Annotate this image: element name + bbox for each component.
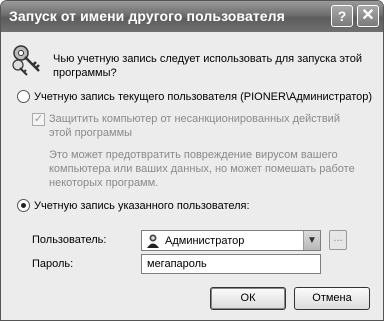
title-bar[interactable]: Запуск от имени другого пользователя ? ✕	[1, 1, 383, 32]
window-title: Запуск от имени другого пользователя	[9, 8, 285, 24]
close-button[interactable]: ✕	[357, 5, 379, 27]
cancel-button[interactable]: Отмена	[294, 287, 370, 310]
password-field[interactable]	[141, 254, 321, 274]
keys-icon	[12, 45, 40, 76]
warning-text: Это может предотвратить повреждение виру…	[49, 149, 355, 189]
ok-button[interactable]: ОК	[210, 287, 286, 310]
question-text: Чью учетную запись следует использовать …	[53, 53, 362, 79]
password-label: Пароль:	[32, 258, 74, 270]
protect-computer-label: Защитить компьютер от несанкционированны…	[49, 113, 340, 139]
user-dropdown[interactable]: Администратор ▼	[141, 230, 321, 251]
radio-specified-user[interactable]: Учетную запись указанного пользователя:	[17, 199, 250, 212]
dialog-body: Чью учетную запись следует использовать …	[1, 32, 383, 320]
radio-specified-user-circle[interactable]	[17, 199, 30, 212]
protect-computer-checkbox-row: ✓ Защитить компьютер от несанкционирован…	[32, 112, 349, 140]
radio-current-user-circle[interactable]	[17, 90, 30, 103]
user-label: Пользователь:	[32, 234, 107, 246]
browse-users-button[interactable]: ...	[329, 230, 347, 250]
chevron-down-icon[interactable]: ▼	[303, 231, 320, 250]
run-as-dialog: Запуск от имени другого пользователя ? ✕…	[0, 0, 384, 321]
radio-current-user[interactable]: Учетную запись текущего пользователя (PI…	[17, 90, 372, 103]
radio-specified-user-label[interactable]: Учетную запись указанного пользователя:	[34, 200, 250, 212]
help-button[interactable]: ?	[331, 5, 353, 27]
radio-current-user-label[interactable]: Учетную запись текущего пользователя (PI…	[34, 91, 372, 103]
user-avatar-icon	[147, 234, 159, 248]
user-dropdown-value: Администратор	[165, 234, 245, 247]
protect-computer-checkbox: ✓	[32, 113, 45, 126]
